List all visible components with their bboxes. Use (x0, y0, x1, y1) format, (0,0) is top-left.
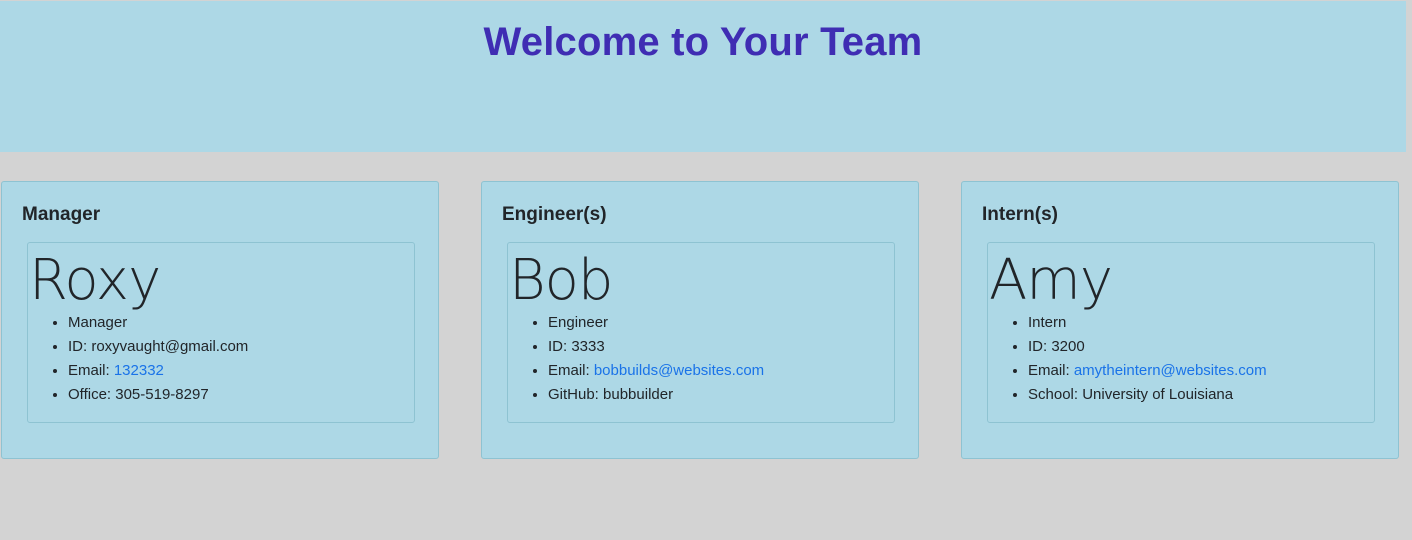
engineer-name: Bob (509, 248, 613, 313)
manager-card: Roxy Manager ID: roxyvaught@gmail.com Em… (27, 242, 415, 423)
intern-section-title: Intern(s) (982, 204, 1058, 225)
manager-id-label: ID: (68, 338, 92, 355)
intern-card: Amy Intern ID: 3200 Email: amytheintern@… (987, 242, 1375, 423)
intern-id: ID: 3200 (1028, 335, 1267, 359)
manager-section-title: Manager (22, 204, 101, 225)
engineer-github: GitHub: bubbuilder (548, 383, 764, 407)
manager-office-value: 305-519-8297 (115, 386, 209, 403)
manager-role: Manager (68, 311, 248, 335)
engineer-role: Engineer (548, 311, 764, 335)
intern-role: Intern (1028, 311, 1267, 335)
page-title: Welcome to Your Team (483, 20, 923, 64)
manager-details-list: Manager ID: roxyvaught@gmail.com Email: … (28, 311, 248, 407)
engineer-github-label: GitHub: (548, 386, 604, 403)
intern-email: Email: amytheintern@websites.com (1028, 359, 1267, 383)
manager-id-value: roxyvaught@gmail.com (91, 338, 249, 355)
manager-email: Email: 132332 (68, 359, 248, 383)
manager-office-label: Office: (68, 386, 116, 403)
manager-name: Roxy (29, 248, 161, 313)
intern-school: School: University of Louisiana (1028, 383, 1267, 407)
manager-email-link[interactable]: 132332 (114, 362, 164, 379)
intern-name: Amy (989, 248, 1113, 313)
engineer-section: Engineer(s) Bob Engineer ID: 3333 Email:… (481, 181, 919, 459)
manager-office: Office: 305-519-8297 (68, 383, 248, 407)
engineer-id-label: ID: (548, 338, 572, 355)
manager-section: Manager Roxy Manager ID: roxyvaught@gmai… (1, 181, 439, 459)
intern-id-value: 3200 (1051, 338, 1085, 355)
intern-school-value: University of Louisiana (1082, 386, 1234, 403)
manager-email-label: Email: (68, 362, 114, 379)
intern-details-list: Intern ID: 3200 Email: amytheintern@webs… (988, 311, 1267, 407)
engineer-email: Email: bobbuilds@websites.com (548, 359, 764, 383)
engineer-email-label: Email: (548, 362, 594, 379)
engineer-email-link[interactable]: bobbuilds@websites.com (594, 362, 764, 379)
engineer-card: Bob Engineer ID: 3333 Email: bobbuilds@w… (507, 242, 895, 423)
engineer-id-value: 3333 (571, 338, 605, 355)
engineer-section-title: Engineer(s) (502, 204, 607, 225)
intern-id-label: ID: (1028, 338, 1052, 355)
intern-email-link[interactable]: amytheintern@websites.com (1074, 362, 1267, 379)
intern-school-label: School: (1028, 386, 1083, 403)
engineer-github-value: bubbuilder (603, 386, 674, 403)
intern-email-label: Email: (1028, 362, 1074, 379)
intern-section: Intern(s) Amy Intern ID: 3200 Email: amy… (961, 181, 1399, 459)
engineer-details-list: Engineer ID: 3333 Email: bobbuilds@websi… (508, 311, 764, 407)
engineer-id: ID: 3333 (548, 335, 764, 359)
manager-id: ID: roxyvaught@gmail.com (68, 335, 248, 359)
page-header: Welcome to Your Team (0, 1, 1406, 152)
